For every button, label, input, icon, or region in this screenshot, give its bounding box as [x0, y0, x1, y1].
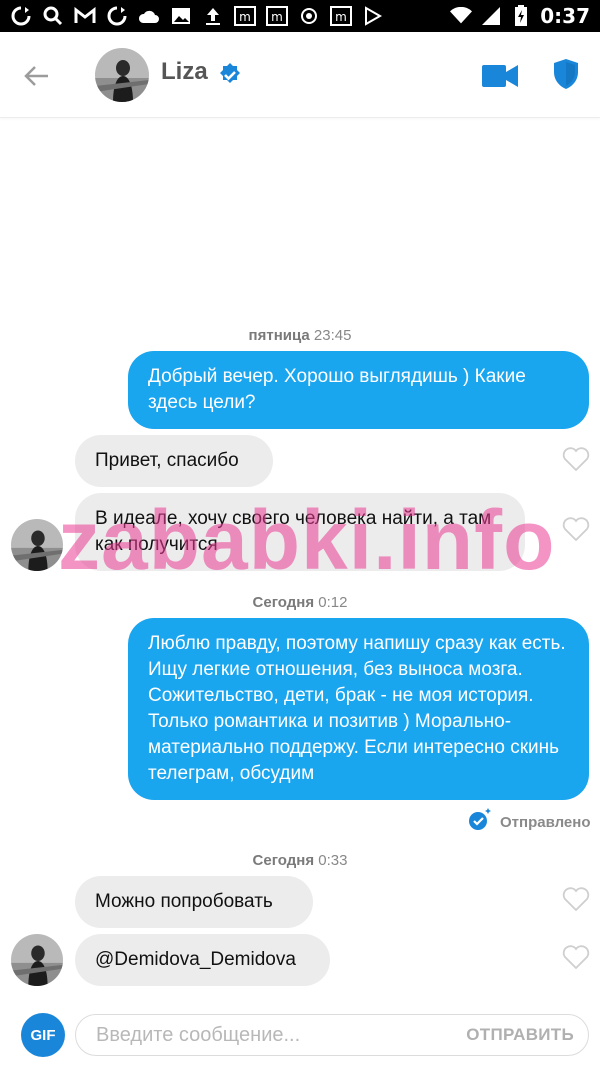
timestamp: Сегодня 0:33 — [0, 852, 600, 869]
outgoing-message[interactable]: Люблю правду, поэтому напишу сразу как е… — [128, 618, 589, 800]
clock: 0:37 — [540, 4, 590, 28]
arrow-left-icon — [24, 66, 48, 86]
notification-icons: m m m — [10, 6, 384, 26]
timestamp-day: Сегодня — [252, 852, 315, 869]
delivery-status: Отправлено — [468, 808, 591, 836]
incoming-message[interactable]: В идеале, хочу своего человека найти, а … — [75, 493, 525, 571]
svg-text:m: m — [239, 10, 251, 24]
avatar[interactable] — [11, 519, 63, 571]
timestamp: Сегодня 0:12 — [0, 594, 600, 611]
timestamp-day: пятница — [248, 327, 310, 344]
safety-button[interactable] — [552, 58, 580, 90]
message-composer: ОТПРАВИТЬ — [75, 1014, 589, 1056]
m-icon: m — [234, 6, 256, 26]
image-icon — [170, 6, 192, 26]
gif-button[interactable]: GIF — [21, 1013, 65, 1057]
contact-name[interactable]: Liza — [161, 58, 208, 86]
sync-icon — [10, 6, 32, 26]
incoming-message[interactable]: @Demidova_Demidova — [75, 934, 330, 986]
heart-icon[interactable] — [562, 516, 590, 542]
avatar[interactable] — [11, 934, 63, 986]
search-icon — [42, 6, 64, 26]
timestamp-day: Сегодня — [252, 594, 315, 611]
gmail-icon — [74, 6, 96, 26]
system-status: 0:37 — [450, 4, 590, 28]
svg-text:m: m — [271, 10, 283, 24]
wifi-icon — [450, 6, 473, 26]
svg-text:m: m — [335, 10, 347, 24]
shield-icon — [554, 59, 578, 89]
video-camera-icon — [482, 65, 518, 87]
timestamp: пятница 23:45 — [0, 327, 600, 344]
timestamp-time: 0:33 — [318, 852, 348, 869]
m-icon: m — [330, 6, 352, 26]
upload-icon — [202, 6, 224, 26]
sync-icon — [106, 6, 128, 26]
outgoing-message[interactable]: Добрый вечер. Хорошо выглядишь ) Какие з… — [128, 351, 589, 429]
incoming-message[interactable]: Можно попробовать — [75, 876, 313, 928]
check-circle-icon — [468, 808, 492, 836]
video-call-button[interactable] — [481, 62, 519, 90]
timestamp-time: 23:45 — [313, 327, 352, 344]
delivery-status-text: Отправлено — [500, 813, 591, 831]
status-bar: m m m 0:37 — [0, 0, 600, 32]
timestamp-time: 0:12 — [318, 594, 348, 611]
incoming-message[interactable]: Привет, спасибо — [75, 435, 273, 487]
verified-badge-icon — [217, 62, 243, 88]
heart-icon[interactable] — [562, 944, 590, 970]
chat-header: Liza — [0, 32, 600, 118]
play-icon — [362, 6, 384, 26]
message-input[interactable] — [76, 1015, 467, 1055]
cloud-icon — [138, 6, 160, 26]
signal-icon — [480, 6, 502, 26]
heart-icon[interactable] — [562, 886, 590, 912]
m-icon: m — [266, 6, 288, 26]
android-icon — [298, 6, 320, 26]
send-button[interactable]: ОТПРАВИТЬ — [466, 1025, 588, 1045]
heart-icon[interactable] — [562, 446, 590, 472]
battery-icon — [510, 5, 532, 26]
back-button[interactable] — [20, 60, 52, 92]
avatar[interactable] — [95, 48, 149, 102]
